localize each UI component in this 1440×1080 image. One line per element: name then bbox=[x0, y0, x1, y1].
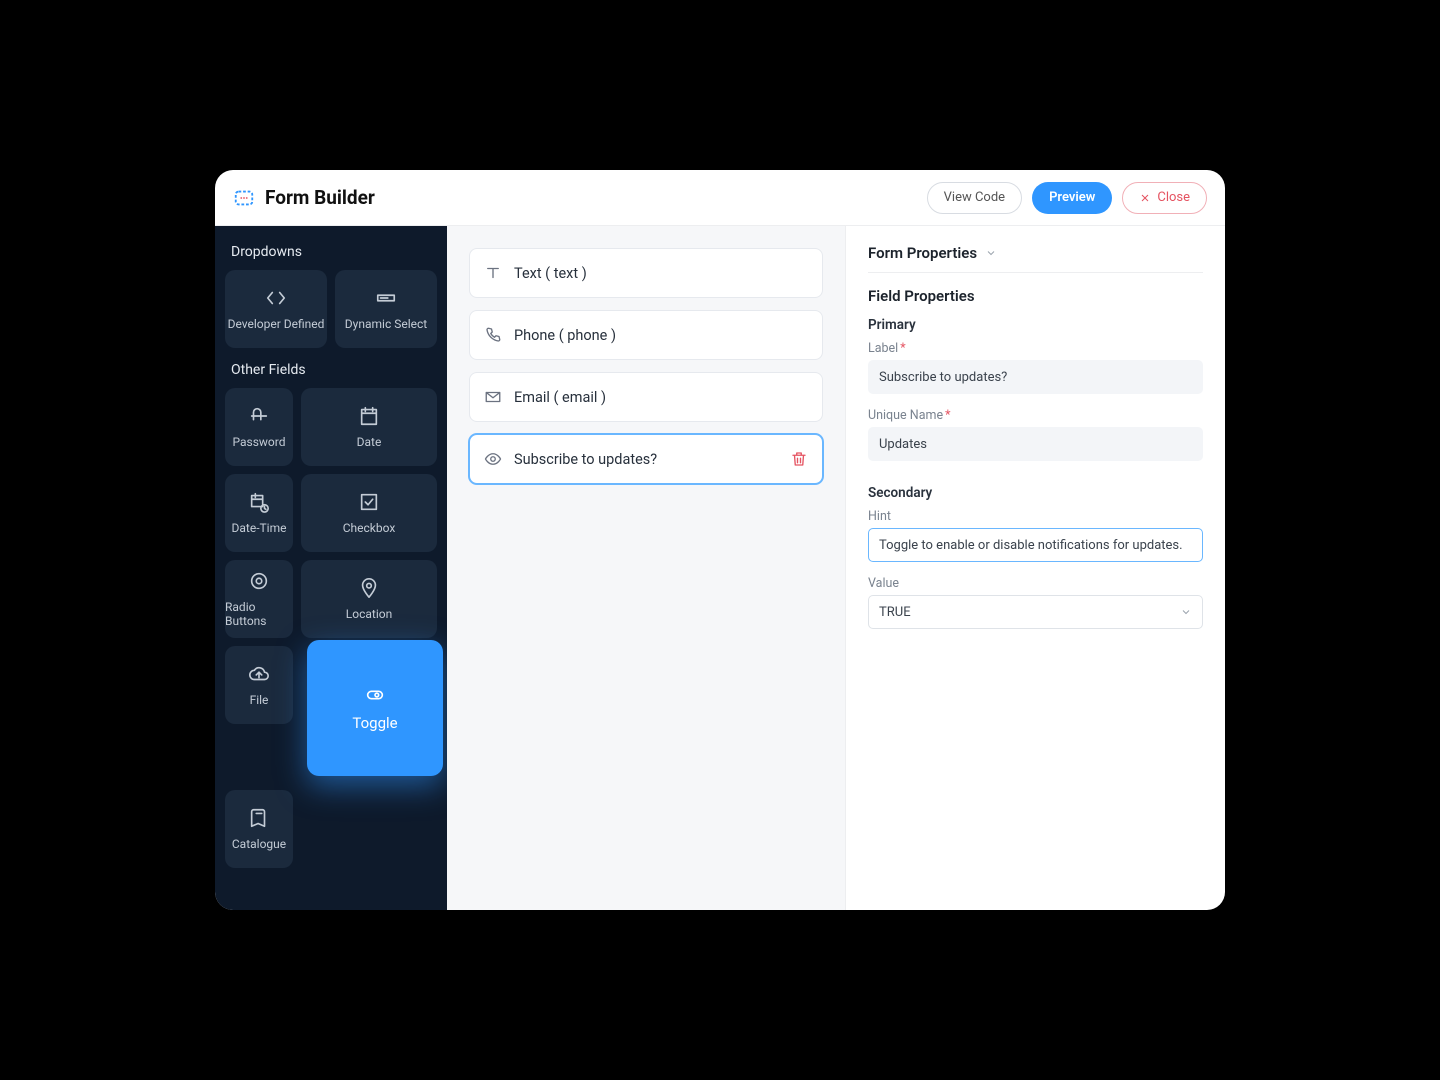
properties-panel: Form Properties Field Properties Primary… bbox=[845, 226, 1225, 910]
location-icon bbox=[358, 577, 380, 599]
field-properties-title: Field Properties bbox=[868, 287, 1203, 305]
code-icon bbox=[265, 287, 287, 309]
sidebar-tile-label: Location bbox=[346, 607, 392, 621]
sidebar-tile-location[interactable]: Location bbox=[301, 560, 437, 638]
password-icon bbox=[248, 405, 270, 427]
value-label: Value bbox=[868, 576, 1203, 591]
catalogue-icon bbox=[248, 807, 270, 829]
canvas[interactable]: Text ( text ) Phone ( phone ) Email ( em… bbox=[447, 226, 845, 910]
email-icon bbox=[484, 388, 502, 406]
chevron-down-icon bbox=[985, 247, 997, 259]
value-select[interactable]: TRUE bbox=[868, 595, 1203, 629]
close-button[interactable]: Close bbox=[1122, 182, 1207, 214]
sidebar-tile-label: Date-Time bbox=[232, 521, 287, 535]
label-input[interactable] bbox=[868, 360, 1203, 394]
canvas-field[interactable]: Text ( text ) bbox=[469, 248, 823, 298]
body: Dropdowns Developer Defined Dynamic Sele… bbox=[215, 226, 1225, 910]
calendar-icon bbox=[358, 405, 380, 427]
app-window: Form Builder View Code Preview Close Dro… bbox=[215, 170, 1225, 910]
sidebar-tile-label: Date bbox=[357, 435, 382, 449]
view-code-button[interactable]: View Code bbox=[927, 182, 1022, 214]
close-label: Close bbox=[1157, 190, 1190, 205]
text-icon bbox=[484, 264, 502, 282]
value-select-text: TRUE bbox=[879, 605, 911, 620]
toggle-icon bbox=[364, 684, 386, 706]
close-icon bbox=[1139, 192, 1151, 204]
sidebar-tile-label: Catalogue bbox=[232, 837, 286, 851]
sidebar-tile-label: Radio Buttons bbox=[225, 600, 293, 628]
sidebar-tile-developer-defined[interactable]: Developer Defined bbox=[225, 270, 327, 348]
form-properties-toggle[interactable]: Form Properties bbox=[868, 244, 1203, 273]
sidebar: Dropdowns Developer Defined Dynamic Sele… bbox=[215, 226, 447, 910]
app-title: Form Builder bbox=[265, 186, 375, 209]
sidebar-tile-date-time[interactable]: Date-Time bbox=[225, 474, 293, 552]
sidebar-tile-label: File bbox=[250, 693, 269, 707]
chevron-down-icon bbox=[1180, 606, 1192, 618]
phone-icon bbox=[484, 326, 502, 344]
brand: Form Builder bbox=[233, 186, 375, 209]
unique-name-label: Unique Name* bbox=[868, 408, 1203, 423]
form-properties-title: Form Properties bbox=[868, 244, 977, 262]
sidebar-tile-toggle[interactable]: Toggle bbox=[307, 640, 443, 776]
radio-icon bbox=[248, 570, 270, 592]
canvas-field[interactable]: Subscribe to updates? bbox=[469, 434, 823, 484]
canvas-field[interactable]: Email ( email ) bbox=[469, 372, 823, 422]
hint-input[interactable] bbox=[868, 528, 1203, 562]
sidebar-tile-label: Checkbox bbox=[343, 521, 396, 535]
topbar: Form Builder View Code Preview Close bbox=[215, 170, 1225, 226]
sidebar-section-other: Other Fields bbox=[231, 362, 431, 378]
canvas-field-label: Phone ( phone ) bbox=[514, 327, 616, 344]
sidebar-tile-password[interactable]: Password bbox=[225, 388, 293, 466]
canvas-field[interactable]: Phone ( phone ) bbox=[469, 310, 823, 360]
sidebar-tile-checkbox[interactable]: Checkbox bbox=[301, 474, 437, 552]
canvas-field-label: Email ( email ) bbox=[514, 389, 606, 406]
hint-label: Hint bbox=[868, 509, 1203, 524]
calendar-clock-icon bbox=[248, 491, 270, 513]
sidebar-tile-label: Toggle bbox=[352, 714, 397, 732]
sidebar-tile-label: Password bbox=[232, 435, 285, 449]
select-icon bbox=[375, 287, 397, 309]
secondary-subtitle: Secondary bbox=[868, 485, 1203, 501]
sidebar-tile-dynamic-select[interactable]: Dynamic Select bbox=[335, 270, 437, 348]
sidebar-section-dropdowns: Dropdowns bbox=[231, 244, 431, 260]
cloud-up-icon bbox=[248, 663, 270, 685]
sidebar-tile-file[interactable]: File bbox=[225, 646, 293, 724]
unique-name-input[interactable] bbox=[868, 427, 1203, 461]
preview-button[interactable]: Preview bbox=[1032, 182, 1112, 214]
sidebar-tile-radio-buttons[interactable]: Radio Buttons bbox=[225, 560, 293, 638]
canvas-field-label: Subscribe to updates? bbox=[514, 451, 657, 468]
sidebar-tile-label: Developer Defined bbox=[228, 317, 325, 331]
canvas-field-label: Text ( text ) bbox=[514, 265, 587, 282]
eye-icon bbox=[484, 450, 502, 468]
sidebar-tile-catalogue[interactable]: Catalogue bbox=[225, 790, 293, 868]
primary-subtitle: Primary bbox=[868, 317, 1203, 333]
label-label: Label* bbox=[868, 341, 1203, 356]
logo-icon bbox=[233, 187, 255, 209]
trash-icon bbox=[790, 450, 808, 468]
checkbox-icon bbox=[358, 491, 380, 513]
sidebar-tile-label: Dynamic Select bbox=[345, 317, 427, 331]
sidebar-tile-date[interactable]: Date bbox=[301, 388, 437, 466]
